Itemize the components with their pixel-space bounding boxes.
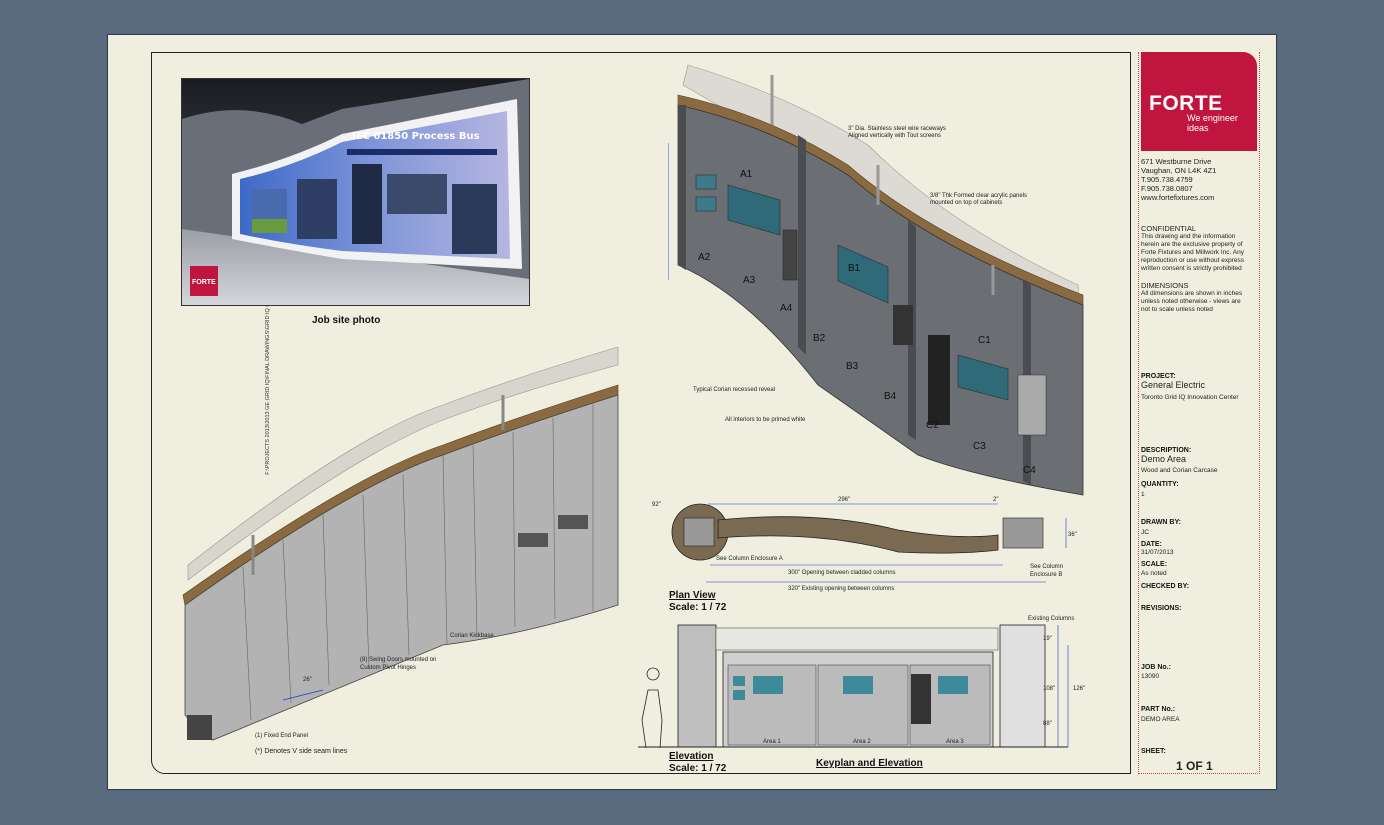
section-a3-label: A3 [743, 275, 756, 286]
project-sub: Toronto Grid IQ Innovation Center [1141, 394, 1239, 401]
section-b2-label: B2 [813, 333, 826, 344]
description-name: Demo Area [1141, 454, 1187, 464]
plan-opening-1: 300" Opening between cladded columns [788, 570, 896, 576]
plan-dim-depth: 36" [1068, 532, 1077, 538]
plan-dim-overall: 296" [838, 497, 850, 503]
description-sub: Wood and Corian Carcase [1141, 467, 1218, 474]
note-end-panel: (1) Fixed End Panel [255, 733, 308, 739]
keyplan-title: Keyplan and Elevation [816, 758, 923, 769]
note-raceway-1: 3" Dia. Stainless steel wire raceways [848, 126, 946, 132]
plan-view-title: Plan View [669, 590, 716, 601]
sheet-label: SHEET: [1141, 748, 1166, 755]
company-address1: 671 Westburne Drive [1141, 157, 1212, 166]
drawn-by-label: DRAWN BY: [1141, 519, 1181, 526]
note-enclosure-b-2: Enclosure B [1030, 572, 1062, 578]
note-v-side: (*) Denotes V side seam lines [255, 748, 348, 755]
note-enclosure-b-1: See Column [1030, 564, 1063, 570]
photo-logo-text: FORTE [192, 279, 216, 286]
date-label: DATE: [1141, 541, 1162, 548]
note-raceway-2: Aligned vertically with Tout screens [848, 133, 941, 139]
elevation-title: Elevation [669, 751, 714, 762]
plan-dim-left: 92" [652, 502, 661, 508]
note-doors-1: (8) Swing Doors mounted on [360, 657, 436, 663]
elevation-dim-mid: 108" [1043, 686, 1055, 692]
elevation-dim-bottom: 88" [1043, 721, 1052, 727]
company-address2: Vaughan, ON L4K 4Z1 [1141, 166, 1217, 175]
sheet-value: 1 OF 1 [1176, 759, 1213, 773]
note-enclosure-a: See Column Enclosure A [716, 556, 783, 562]
quantity-label: QUANTITY: [1141, 481, 1179, 488]
note-recess: Typical Corian recessed reveal [693, 387, 775, 393]
checked-by-label: CHECKED BY: [1141, 583, 1190, 590]
project-label: PROJECT: [1141, 373, 1176, 380]
elevation-scale: Scale: 1 / 72 [669, 763, 727, 774]
section-a2-label: A2 [698, 252, 711, 263]
section-a4-label: A4 [780, 303, 793, 314]
section-b1-label: B1 [848, 263, 861, 274]
job-label: JOB No.: [1141, 664, 1171, 671]
scale-label: SCALE: [1141, 561, 1168, 568]
front-isometric-view: 3" Dia. Stainless steel wire raceways Al… [668, 64, 1084, 496]
section-c1-label: C1 [978, 335, 991, 346]
elevation-area-2: Area 2 [853, 739, 871, 745]
company-fax: F.905.738.0807 [1141, 184, 1193, 193]
forte-logo: FORTE We engineer ideas [1141, 52, 1257, 151]
part-value: DEMO AREA [1141, 716, 1180, 723]
scale-value: As noted [1141, 570, 1167, 577]
company-web: www.fortefixtures.com [1141, 193, 1215, 202]
section-c3-label: C3 [973, 441, 986, 452]
elevation-view: Area 1 Area 2 Area 3 Existing Columns 19… [638, 616, 1085, 749]
photo-banner-text: IEC 61850 Process Bus [352, 131, 480, 142]
section-b4-label: B4 [884, 391, 897, 402]
drawn-by-value: JC [1141, 529, 1149, 536]
confidential-line5: written consent is strictly prohibited [1141, 265, 1242, 272]
rear-dim: 26" [303, 677, 312, 683]
quantity-value: 1 [1141, 491, 1145, 498]
part-label: PART No.: [1141, 706, 1176, 713]
elevation-area-1: Area 1 [763, 739, 781, 745]
description-label: DESCRIPTION: [1141, 447, 1192, 454]
revisions-label: REVISIONS: [1141, 605, 1182, 612]
note-acrylic-2: mounted on top of cabinets [930, 200, 1002, 206]
dimensions-line3: not to scale unless noted [1141, 306, 1213, 313]
project-name: General Electric [1141, 380, 1206, 390]
date-value: 31/07/2013 [1141, 549, 1174, 556]
plan-dim-right: 2" [993, 497, 998, 503]
section-c2-label: C2 [926, 420, 939, 431]
elevation-dim-total: 126" [1073, 686, 1085, 692]
company-phone: T.905.738.4759 [1141, 175, 1193, 184]
section-a1-label: A1 [740, 169, 753, 180]
note-primed: All interiors to be primed white [725, 417, 806, 423]
job-site-photo: IEC 61850 Process Bus FORTE [181, 78, 530, 306]
rear-isometric-view: 26" Corian Kickbase (8) Swing Doors moun… [182, 346, 619, 755]
note-kickbase: Corian Kickbase [450, 633, 494, 639]
elevation-dim-top: 19" [1043, 636, 1052, 642]
note-acrylic-1: 3/8" Thk Formed clear acrylic panels [930, 193, 1027, 199]
plan-opening-2: 320" Existing opening between columns [788, 586, 894, 592]
photo-caption: Job site photo [312, 315, 381, 326]
drawing-sheet: F:\PROJECTS 2013\2013 GE GRID IQ\FINAL D… [107, 34, 1277, 790]
note-doors-2: Custom Pivot Hinges [360, 665, 416, 671]
job-value: 13090 [1141, 673, 1160, 680]
logo-tagline: We engineer ideas [1187, 113, 1238, 133]
section-c4-label: C4 [1023, 465, 1036, 476]
section-b3-label: B3 [846, 361, 859, 372]
note-existing-columns: Existing Columns [1028, 616, 1074, 622]
elevation-area-3: Area 3 [946, 739, 964, 745]
